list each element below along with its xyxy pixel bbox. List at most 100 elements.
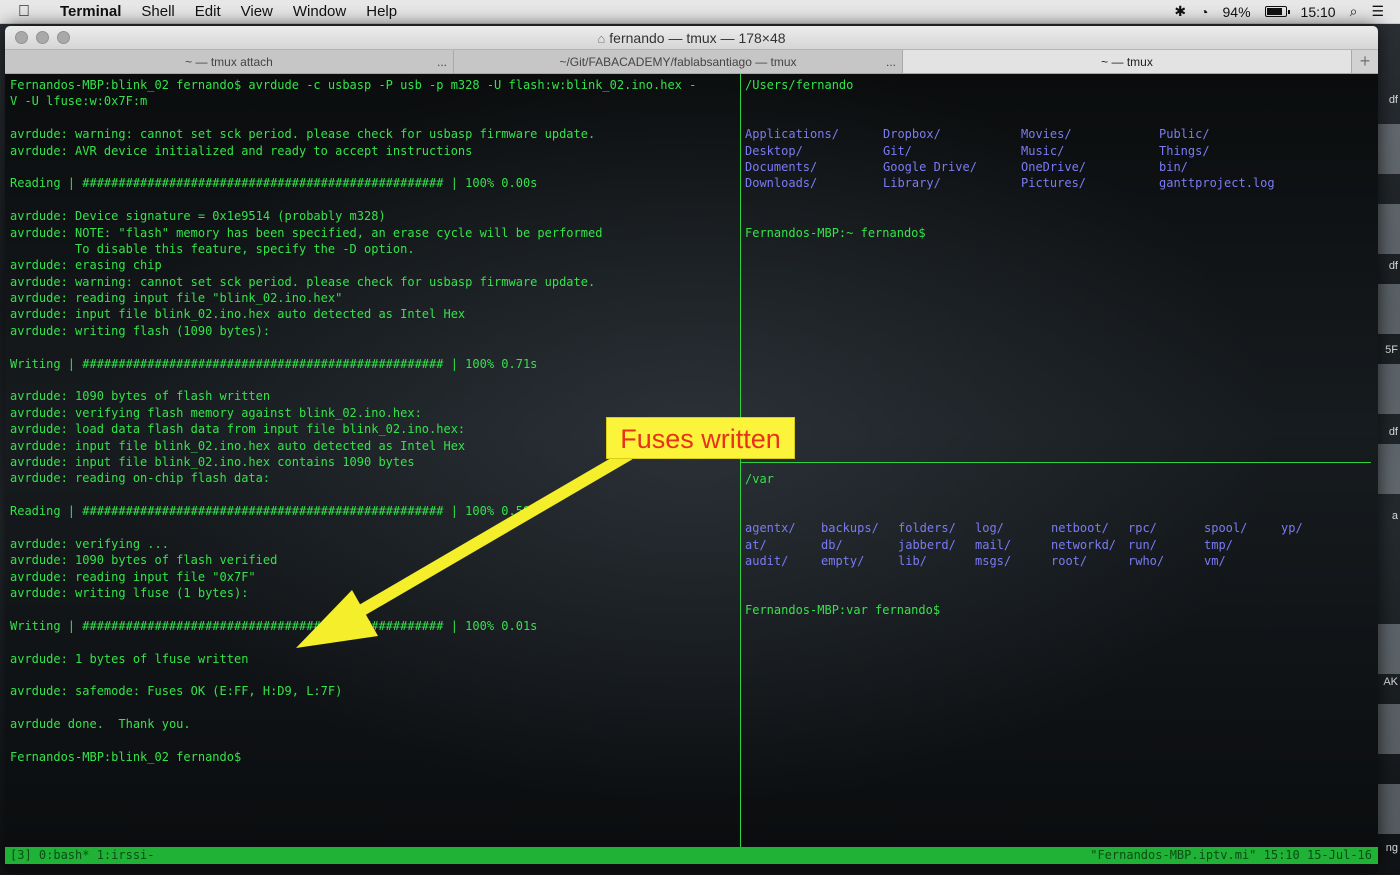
terminal-line: avrdude: AVR device initialized and read…: [10, 143, 473, 158]
tab-tmux-attach[interactable]: ~ — tmux attach ...: [5, 50, 454, 73]
terminal-line: avrdude: writing lfuse (1 bytes):: [10, 586, 249, 601]
tmux-status-bar: [3] 0:bash* 1:irssi- "Fernandos-MBP.iptv…: [5, 847, 1378, 864]
menu-app-terminal[interactable]: Terminal: [48, 3, 131, 20]
status-windows[interactable]: [3] 0:bash* 1:irssi-: [10, 847, 155, 864]
window-titlebar[interactable]: ⌂ fernando — tmux — 178×48: [5, 26, 1378, 50]
desktop-label: AK: [1383, 676, 1398, 688]
tab-tmux[interactable]: ~ — tmux: [903, 50, 1352, 73]
pane-divider-horizontal[interactable]: [741, 462, 1371, 463]
bluetooth-icon[interactable]: ✱: [1174, 3, 1186, 20]
ls-entry: log/: [975, 521, 1004, 536]
window-controls: [15, 31, 70, 44]
menu-edit[interactable]: Edit: [185, 3, 231, 20]
minimize-button[interactable]: [36, 31, 49, 44]
ls-entry: rwho/: [1128, 553, 1165, 568]
tmux-pane-bottom-right[interactable]: /var agentx/backups/folders/log/netboot/…: [745, 471, 1375, 841]
ls-entry: root/: [1051, 553, 1088, 568]
spotlight-search-icon[interactable]: ⌕: [1350, 3, 1358, 20]
terminal-line: avrdude: warning: cannot set sck period.…: [10, 274, 596, 289]
ls-entry: Pictures/: [1021, 176, 1087, 191]
tmux-pane-top-right[interactable]: /Users/fernando Applications/Dropbox/Mov…: [745, 77, 1375, 457]
terminal-line: Reading | ##############################…: [10, 176, 538, 191]
ls-entry: networkd/: [1051, 537, 1117, 552]
ls-entry: jabberd/: [898, 537, 956, 552]
ls-entry: Dropbox/: [883, 127, 941, 142]
pane-divider-vertical[interactable]: [740, 74, 741, 847]
battery-icon[interactable]: [1264, 6, 1290, 17]
menu-window[interactable]: Window: [283, 3, 356, 20]
terminal-line: V -U lfuse:w:0x7F:m: [10, 94, 148, 109]
notification-center-icon[interactable]: ☰: [1371, 3, 1384, 20]
ls-entry: folders/: [898, 521, 956, 536]
cwd-line: /Users/fernando: [745, 78, 854, 92]
ls-entry: spool/: [1204, 521, 1248, 536]
ls-entry: lib/: [898, 553, 927, 568]
zoom-button[interactable]: [57, 31, 70, 44]
ls-entry: Downloads/: [745, 176, 818, 191]
desktop-label: a: [1391, 510, 1398, 522]
terminal-line: Writing | ##############################…: [10, 618, 538, 633]
terminal-line: avrdude: 1090 bytes of flash verified: [10, 553, 278, 568]
ls-entry: msgs/: [975, 553, 1012, 568]
ls-entry-suffix: /: [1225, 537, 1233, 552]
menu-help[interactable]: Help: [356, 3, 407, 20]
window-title: fernando — tmux — 178×48: [609, 30, 786, 46]
ls-entry: Library/: [883, 176, 941, 191]
ls-listing: agentx/backups/folders/log/netboot/rpc/s…: [745, 520, 1375, 569]
menu-bar:  Terminal Shell Edit View Window Help ✱…: [0, 0, 1400, 24]
ls-entry: Public/: [1159, 127, 1210, 142]
menu-shell[interactable]: Shell: [131, 3, 184, 20]
tab-fablabsantiago[interactable]: ~/Git/FABACADEMY/fablabsantiago — tmux .…: [454, 50, 903, 73]
menu-view[interactable]: View: [231, 3, 283, 20]
status-host-time: "Fernandos-MBP.iptv.mi" 15:10 15-Jul-16: [1090, 848, 1372, 862]
ls-entry: [1281, 553, 1341, 569]
ls-entry: Documents/: [745, 159, 818, 174]
tab-label: ~/Git/FABACADEMY/fablabsantiago — tmux: [559, 55, 797, 69]
desktop-label: 5F: [1385, 344, 1398, 356]
terminal-line: avrdude: writing flash (1090 bytes):: [10, 323, 271, 338]
close-button[interactable]: [15, 31, 28, 44]
terminal-line: avrdude: reading input file "0x7F": [10, 569, 256, 584]
terminal-line: Writing | ##############################…: [10, 356, 538, 371]
desktop-label: df: [1388, 426, 1398, 438]
ls-entry: yp/: [1281, 521, 1303, 536]
terminal-line: avrdude: input file blink_02.ino.hex aut…: [10, 307, 466, 322]
wifi-icon[interactable]: ◔: [1200, 4, 1208, 20]
ls-entry: rpc/: [1128, 521, 1157, 536]
tab-overflow: ...: [885, 55, 896, 69]
clock[interactable]: 15:10: [1301, 4, 1336, 20]
tab-bar: ~ — tmux attach ... ~/Git/FABACADEMY/fab…: [5, 50, 1378, 74]
new-tab-button[interactable]: +: [1352, 50, 1378, 73]
ls-entry: at/: [745, 537, 767, 552]
terminal-line: avrdude: 1090 bytes of flash written: [10, 389, 271, 404]
terminal-line: avrdude: reading input file "blink_02.in…: [10, 291, 343, 306]
terminal-line: avrdude: 1 bytes of lfuse written: [10, 651, 249, 666]
ls-entry: vm/: [1204, 553, 1226, 568]
ls-listing: Applications/Dropbox/Movies/Public/Deskt…: [745, 126, 1375, 192]
ls-entry: Applications/: [745, 127, 839, 142]
prompt-line: Fernandos-MBP:~ fernando$: [745, 225, 926, 240]
terminal-line: avrdude: reading on-chip flash data:: [10, 471, 271, 486]
tmux-pane-left[interactable]: Fernandos-MBP:blink_02 fernando$ avrdude…: [10, 77, 740, 847]
ls-entry: OneDrive/: [1021, 159, 1087, 174]
ls-entry: audit/: [745, 553, 789, 568]
status-menus: ✱ ◔ 94% 15:10 ⌕ ☰: [1174, 3, 1400, 20]
terminal-content[interactable]: Fernandos-MBP:blink_02 fernando$ avrdude…: [5, 74, 1378, 871]
ls-entry: run/: [1128, 537, 1157, 552]
ls-entry: netboot/: [1051, 521, 1109, 536]
ls-entry: Music/: [1021, 143, 1065, 158]
terminal-line: avrdude: warning: cannot set sck period.…: [10, 127, 596, 142]
apple-menu-icon[interactable]: : [18, 3, 48, 21]
desktop-label: ng: [1385, 842, 1398, 854]
ls-entry: Things/: [1159, 143, 1210, 158]
terminal-line: Fernandos-MBP:blink_02 fernando$: [10, 750, 242, 765]
